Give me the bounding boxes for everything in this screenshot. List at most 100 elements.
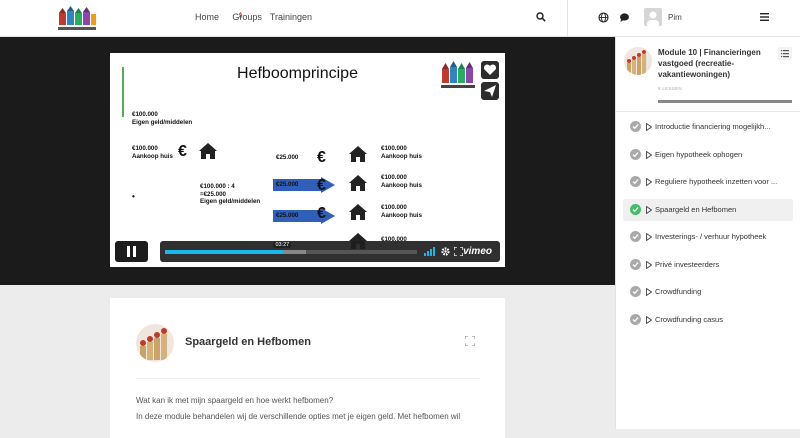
house-icon — [349, 175, 367, 191]
check-icon — [630, 286, 641, 297]
slide-text-right-3: €100.000 Aankoop huis — [381, 204, 422, 219]
lesson-item[interactable]: Crowdfunding casus — [623, 309, 793, 331]
arrow-label: €25.000 — [276, 212, 299, 219]
send-icon — [484, 85, 496, 97]
expand-icon[interactable] — [465, 336, 475, 346]
lesson-title: Spaargeld en Hefbomen — [185, 336, 311, 348]
check-icon — [630, 203, 641, 215]
slide-text-right-1: €100.000 Aankoop huis — [381, 145, 422, 160]
lesson-label: Spaargeld en Hefbomen — [655, 204, 737, 214]
check-icon — [630, 121, 641, 132]
slide-text-calc: €100.000 : 4 =€25.000 Eigen geld/middele… — [200, 183, 261, 205]
lesson-item[interactable]: Investerings- / verhuur hypotheek — [623, 226, 793, 248]
search-icon[interactable] — [536, 12, 546, 22]
lesson-thumbnail — [136, 324, 174, 362]
divider — [616, 111, 800, 112]
coins-image-icon — [624, 47, 652, 75]
list-icon — [781, 50, 789, 58]
fullscreen-icon[interactable] — [454, 247, 463, 256]
slide-text-25000: €25.000 — [276, 154, 299, 161]
video-player[interactable]: Hefboomprincipe €100.000 Eigen geld/midd… — [110, 53, 505, 267]
slide-bullet: • — [132, 192, 135, 201]
play-icon — [646, 205, 652, 214]
lesson-label: Crowdfunding casus — [655, 314, 723, 324]
lesson-label: Crowdfunding — [655, 287, 702, 296]
module-title: Module 10 | Financieringen vastgoed (rec… — [658, 48, 761, 79]
avatar-placeholder-icon — [647, 11, 659, 26]
lesson-label: Eigen hypotheek ophogen — [655, 149, 743, 159]
menu-icon[interactable] — [760, 13, 769, 21]
divider — [136, 378, 480, 379]
lesson-item[interactable]: Eigen hypotheek ophogen — [623, 144, 793, 166]
top-navigation-bar: Home 2 Groups Trainingen Pim — [0, 0, 800, 37]
player-controls: 03:27 vimeo — [115, 241, 500, 263]
user-avatar[interactable] — [644, 8, 662, 26]
lesson-label: Reguliere hypotheek inzetten voor ... — [655, 177, 778, 186]
check-icon — [630, 258, 641, 270]
module-thumbnail — [624, 47, 652, 75]
course-sidebar: Module 10 | Financieringen vastgoed (rec… — [615, 37, 800, 429]
lesson-content-card: Spaargeld en Hefbomen Wat kan ik met mij… — [110, 298, 505, 438]
play-icon — [646, 178, 652, 186]
check-icon — [630, 313, 641, 325]
slide-text-right-2: €100.000 Aankoop huis — [381, 174, 422, 189]
play-icon — [646, 123, 652, 131]
slide-text-eigen-geld: €100.000 Eigen geld/middelen — [132, 111, 193, 126]
lesson-paragraph: In deze module behandelen wij de verschi… — [136, 412, 461, 421]
site-logo[interactable] — [57, 5, 97, 33]
slide-title: Hefboomprincipe — [237, 65, 358, 82]
volume-icon[interactable] — [424, 247, 436, 256]
heart-icon — [483, 64, 497, 75]
vimeo-logo[interactable]: vimeo — [463, 246, 492, 257]
play-icon — [646, 150, 652, 159]
check-icon — [630, 148, 641, 160]
lesson-list-toggle[interactable] — [778, 47, 792, 60]
house-icon — [349, 204, 367, 220]
time-tooltip: 03:27 — [273, 242, 292, 248]
play-icon — [646, 315, 652, 324]
slide-logo — [441, 61, 475, 88]
coins-image-icon — [136, 324, 174, 362]
play-icon — [646, 233, 652, 241]
lesson-item[interactable]: Privé investeerders — [623, 254, 793, 276]
lesson-label: Introductie financiering mogelijkh... — [655, 122, 771, 131]
pause-button[interactable] — [115, 241, 148, 262]
pause-icon — [127, 246, 136, 257]
house-icon — [199, 143, 217, 159]
username[interactable]: Pim — [668, 13, 682, 22]
lesson-item[interactable]: Reguliere hypotheek inzetten voor ... — [623, 171, 793, 193]
slide-accent-line — [122, 67, 124, 117]
share-button[interactable] — [481, 82, 499, 100]
chat-icon[interactable] — [619, 12, 630, 23]
house-icon — [349, 146, 367, 162]
lesson-item[interactable]: Crowdfunding — [623, 281, 793, 303]
divider — [567, 0, 568, 37]
lesson-count: 8 LESSEN — [658, 86, 682, 91]
control-bar: 03:27 vimeo — [160, 241, 500, 262]
lesson-paragraph: Wat kan ik met mijn spaargeld en hoe wer… — [136, 396, 334, 405]
play-icon — [646, 260, 652, 269]
progress-bar[interactable]: 03:27 — [165, 242, 417, 254]
lesson-label: Privé investeerders — [655, 259, 720, 269]
lesson-label: Investerings- / verhuur hypotheek — [655, 232, 767, 241]
euro-icon: € — [317, 149, 326, 166]
check-icon — [630, 231, 641, 242]
settings-gear-icon[interactable] — [441, 247, 450, 256]
like-button[interactable] — [481, 61, 499, 79]
arrow-label: €25.000 — [276, 181, 299, 188]
lesson-item[interactable]: Spaargeld en Hefbomen — [623, 198, 793, 221]
nav-trainingen[interactable]: Trainingen — [270, 12, 312, 23]
play-icon — [646, 288, 652, 296]
check-icon — [630, 176, 641, 187]
euro-icon: € — [178, 143, 187, 160]
lesson-item[interactable]: Introductie financiering mogelijkh... — [623, 116, 793, 138]
euro-icon: € — [317, 177, 326, 194]
globe-icon[interactable] — [598, 12, 609, 23]
main-nav: Home 2 Groups Trainingen — [195, 12, 312, 23]
nav-home[interactable]: Home 2 — [195, 12, 243, 23]
euro-icon: € — [317, 205, 326, 222]
nav-groups[interactable]: Groups — [232, 12, 262, 23]
module-progress-bar — [658, 100, 792, 103]
played-bar — [165, 250, 284, 254]
slide-text-aankoop: €100.000 Aankoop huis — [132, 145, 173, 160]
